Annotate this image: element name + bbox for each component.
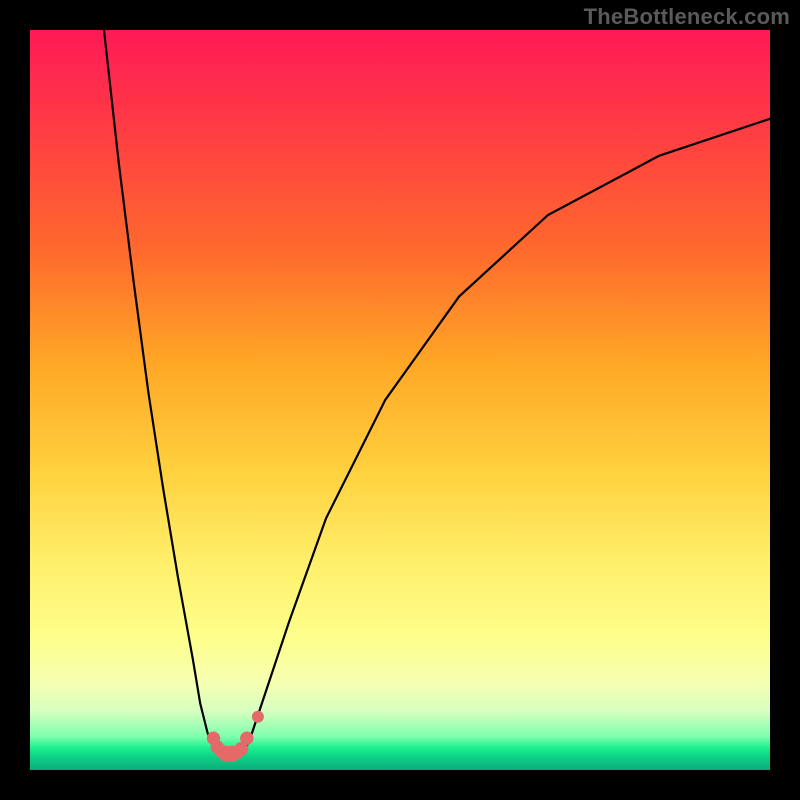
chart-frame: TheBottleneck.com (0, 0, 800, 800)
valley-marker (240, 732, 253, 745)
valley-markers (207, 711, 264, 762)
curve-right-branch (246, 119, 770, 748)
valley-marker (252, 711, 264, 723)
plot-area (30, 30, 770, 770)
curve-left-branch (104, 30, 214, 748)
watermark-text: TheBottleneck.com (584, 4, 790, 30)
bottleneck-curve (30, 30, 770, 770)
